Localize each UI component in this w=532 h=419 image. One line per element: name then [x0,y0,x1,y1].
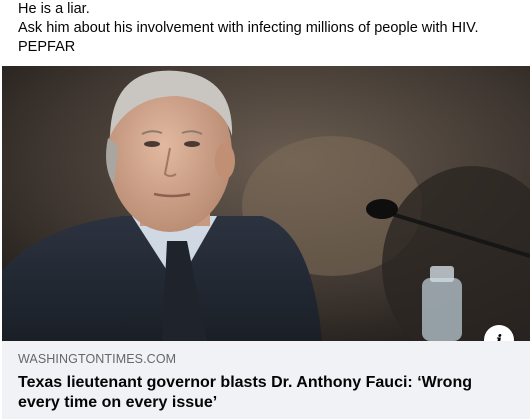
facebook-post: He is a liar. Ask him about his involvem… [0,0,532,419]
link-domain: WASHINGTONTIMES.COM [18,352,177,366]
info-glyph: i [495,330,503,342]
link-preview-image[interactable]: i [2,66,530,341]
post-text-line: Ask him about his involvement with infec… [18,20,479,36]
post-message: He is a liar. Ask him about his involvem… [18,0,518,57]
link-preview-meta[interactable]: WASHINGTONTIMES.COM Texas lieutenant gov… [2,341,530,419]
link-preview-card[interactable]: i WASHINGTONTIMES.COM Texas lieutenant g… [2,66,530,419]
link-headline[interactable]: Texas lieutenant governor blasts Dr. Ant… [18,373,514,413]
post-text-line: PEPFAR [18,39,76,55]
post-text-line: He is a liar. [18,1,90,17]
photo-illustration [2,66,530,341]
